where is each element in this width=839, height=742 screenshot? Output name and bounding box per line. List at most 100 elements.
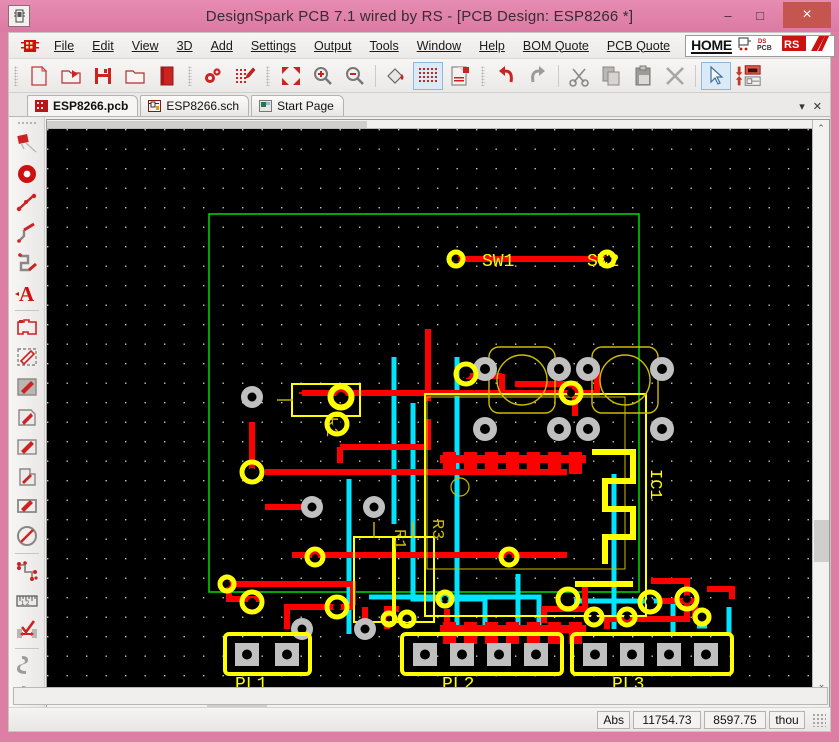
svg-text:PCB: PCB	[757, 45, 772, 51]
add-track-button[interactable]	[12, 218, 42, 248]
canvas-top-scroll-track[interactable]	[47, 120, 813, 129]
library-folder-icon	[125, 69, 145, 84]
menu-item-output[interactable]: Output	[305, 36, 361, 56]
menu-item-tools[interactable]: Tools	[361, 36, 408, 56]
sch-doc-icon	[148, 100, 162, 112]
scroll-up-button[interactable]: ⌃	[813, 120, 829, 136]
menu-item-3d[interactable]: 3D	[168, 36, 202, 56]
designspark-logo-icon[interactable]	[21, 38, 39, 54]
no-entry-icon	[16, 526, 37, 547]
library-manager-button[interactable]	[152, 62, 182, 90]
ref-IC1: IC1	[645, 469, 664, 500]
window-minimize-button[interactable]: –	[713, 3, 743, 27]
colours-button[interactable]	[381, 62, 411, 90]
pcb-artwork: IC1 SW1 SW2 R2 R1 R3 PL1 PL2 PL3	[47, 129, 813, 692]
pcb-app-icon-glyph	[13, 9, 25, 22]
undo-arrow-icon	[499, 65, 513, 82]
measure-button[interactable]: 1 2	[12, 586, 42, 616]
save-design-button[interactable]	[88, 62, 118, 90]
add-copper-pour-button[interactable]	[12, 402, 42, 432]
toolbar-grip-2[interactable]	[188, 65, 192, 86]
no-entry-button[interactable]	[12, 521, 42, 551]
add-board-button[interactable]	[12, 313, 42, 343]
connection-icon	[16, 194, 36, 212]
left-toolbar-separator-2	[14, 553, 39, 555]
ds-pcb-cart-icon[interactable]	[737, 36, 752, 56]
mdi-minimize-button[interactable]: –	[835, 35, 839, 57]
add-route-button[interactable]	[12, 248, 42, 278]
delete-button[interactable]	[660, 62, 690, 90]
add-copper-button[interactable]	[12, 372, 42, 402]
grid-pencil-icon	[236, 67, 256, 83]
add-text-button[interactable]: A	[12, 278, 42, 308]
add-connection-button[interactable]	[12, 189, 42, 219]
tab-esp8266-pcb[interactable]: ESP8266.pcb	[27, 95, 139, 116]
menu-item-window[interactable]: Window	[408, 36, 470, 56]
pcb-design-canvas[interactable]: IC1 SW1 SW2 R2 R1 R3 PL1 PL2 PL3 ⌃ ⌄	[46, 119, 830, 708]
menu-item-view[interactable]: View	[123, 36, 168, 56]
menu-item-add[interactable]: Add	[202, 36, 242, 56]
swap-layers-button[interactable]	[733, 62, 763, 90]
toolbar-grip-4[interactable]	[481, 65, 485, 86]
title-bar: DesignSpark PCB 7.1 wired by RS - [PCB D…	[0, 0, 839, 32]
vertical-scroll-thumb[interactable]	[814, 520, 829, 562]
add-shape-button[interactable]	[12, 432, 42, 462]
delete-x-icon	[666, 66, 684, 85]
canvas-top-scroll-thumb[interactable]	[47, 121, 367, 128]
menu-item-help[interactable]: Help	[470, 36, 514, 56]
toolbar-grip[interactable]	[14, 65, 18, 86]
paste-button[interactable]	[628, 62, 658, 90]
zoom-fit-button[interactable]	[276, 62, 306, 90]
alpha-logo-icon[interactable]	[810, 35, 829, 56]
select-tool-button[interactable]	[701, 61, 731, 90]
redo-button[interactable]	[523, 62, 553, 90]
autoroute-button[interactable]	[12, 556, 42, 586]
toolbar-grip-3[interactable]	[266, 65, 270, 86]
status-coordinate-mode[interactable]: Abs	[597, 710, 630, 729]
left-toolbar-grip[interactable]	[16, 121, 37, 125]
undo-button[interactable]	[491, 62, 521, 90]
window-close-button[interactable]: ×	[783, 2, 831, 28]
tab-close-button[interactable]: ✕	[813, 100, 822, 113]
grid-icon	[419, 67, 437, 82]
add-cutout-button[interactable]	[12, 462, 42, 492]
home-link[interactable]: HOME	[691, 38, 732, 54]
pcb-doc-icon	[35, 100, 48, 112]
canvas-vertical-scrollbar[interactable]: ⌃ ⌄	[812, 120, 829, 692]
board-outline-icon	[16, 318, 37, 335]
footprint-1-button[interactable]	[12, 651, 42, 681]
app-icon[interactable]	[8, 5, 30, 27]
edit-grid-button[interactable]	[230, 62, 260, 90]
menu-item-edit[interactable]: Edit	[83, 36, 123, 56]
add-keepout-button[interactable]	[12, 492, 42, 522]
tab-esp8266-sch[interactable]: ESP8266.sch	[140, 95, 250, 116]
status-units[interactable]: thou	[769, 710, 805, 729]
drc-check-button[interactable]	[12, 616, 42, 646]
resize-grip[interactable]	[812, 712, 826, 727]
new-design-button[interactable]	[24, 62, 54, 90]
tab-start-page[interactable]: Start Page	[251, 95, 344, 116]
menu-item-settings[interactable]: Settings	[242, 36, 305, 56]
grid-toggle-button[interactable]	[413, 61, 443, 90]
open-library-button[interactable]	[120, 62, 150, 90]
open-design-button[interactable]	[56, 62, 86, 90]
drawing-tools-toolbar: A 1 2	[9, 117, 45, 710]
rs-logo-icon[interactable]: RS	[781, 35, 806, 56]
copy-button[interactable]	[596, 62, 626, 90]
cut-button[interactable]	[564, 62, 594, 90]
layers-button[interactable]	[445, 62, 475, 90]
zoom-out-button[interactable]	[340, 62, 370, 90]
command-message-bar[interactable]	[13, 687, 828, 705]
add-component-button[interactable]	[12, 129, 42, 159]
window-maximize-button[interactable]: □	[745, 3, 775, 27]
menu-item-file[interactable]: File	[45, 36, 83, 56]
ds-pcb-logo-icon[interactable]: DS PCB	[757, 36, 777, 56]
menu-item-pcb-quote[interactable]: PCB Quote	[598, 36, 679, 56]
add-pad-button[interactable]	[12, 159, 42, 189]
pcb-viewport[interactable]: IC1 SW1 SW2 R2 R1 R3 PL1 PL2 PL3	[47, 129, 813, 692]
menu-item-bom-quote[interactable]: BOM Quote	[514, 36, 598, 56]
design-settings-button[interactable]	[198, 62, 228, 90]
add-area-button[interactable]	[12, 343, 42, 373]
tab-list-button[interactable]: ▾	[799, 100, 805, 113]
zoom-in-button[interactable]	[308, 62, 338, 90]
